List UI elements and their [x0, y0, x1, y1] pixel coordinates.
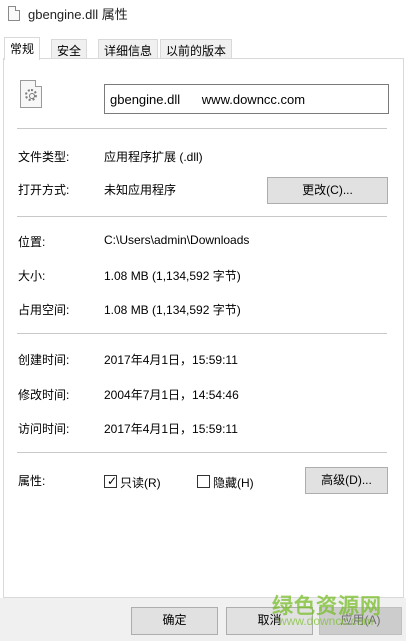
change-button[interactable]: 更改(C)...	[267, 177, 388, 204]
size-on-disk-label: 占用空间:	[18, 303, 70, 317]
created-value: 2017年4月1日，15:59:11	[104, 353, 238, 367]
size-value: 1.08 MB (1,134,592 字节)	[104, 269, 241, 283]
separator	[17, 452, 387, 453]
check-icon: ✓	[107, 474, 118, 488]
location-value: C:\Users\admin\Downloads	[104, 233, 250, 247]
accessed-label: 访问时间:	[18, 422, 70, 436]
size-label: 大小:	[18, 269, 46, 283]
modified-label: 修改时间:	[18, 388, 70, 402]
open-with-value: 未知应用程序	[104, 183, 177, 197]
file-name-input[interactable]	[104, 84, 389, 114]
gear-icon	[25, 89, 37, 101]
file-type-value: 应用程序扩展 (.dll)	[104, 150, 203, 164]
created-label: 创建时间:	[18, 353, 70, 367]
window-title: gbengine.dll 属性	[28, 7, 128, 22]
open-with-label: 打开方式:	[18, 183, 70, 197]
hidden-label[interactable]: 隐藏(H)	[213, 474, 254, 491]
separator	[17, 333, 387, 334]
readonly-label[interactable]: 只读(R)	[120, 474, 161, 491]
hidden-checkbox[interactable]	[197, 475, 210, 488]
tab-previous-versions[interactable]: 以前的版本	[160, 39, 233, 59]
modified-value: 2004年7月1日，14:54:46	[104, 388, 239, 402]
file-icon	[8, 6, 20, 21]
tab-security[interactable]: 安全	[51, 39, 88, 59]
accessed-value: 2017年4月1日，15:59:11	[104, 422, 238, 436]
readonly-checkbox[interactable]: ✓	[104, 474, 118, 488]
separator	[17, 128, 387, 129]
advanced-button[interactable]: 高级(D)...	[305, 467, 388, 494]
tab-general[interactable]: 常规	[4, 37, 41, 60]
ok-button[interactable]: 确定	[131, 607, 218, 635]
tab-details[interactable]: 详细信息	[98, 39, 159, 59]
size-on-disk-value: 1.08 MB (1,134,592 字节)	[104, 303, 241, 317]
title-bar: gbengine.dll 属性	[0, 0, 406, 28]
tab-strip: 常规 安全 详细信息 以前的版本	[0, 37, 406, 60]
watermark-url: www.downcc.com	[278, 614, 374, 628]
dll-file-icon	[20, 80, 42, 108]
attributes-label: 属性:	[18, 474, 46, 488]
general-panel	[3, 58, 404, 598]
separator	[17, 216, 387, 217]
file-type-label: 文件类型:	[18, 150, 70, 164]
location-label: 位置:	[18, 235, 46, 249]
